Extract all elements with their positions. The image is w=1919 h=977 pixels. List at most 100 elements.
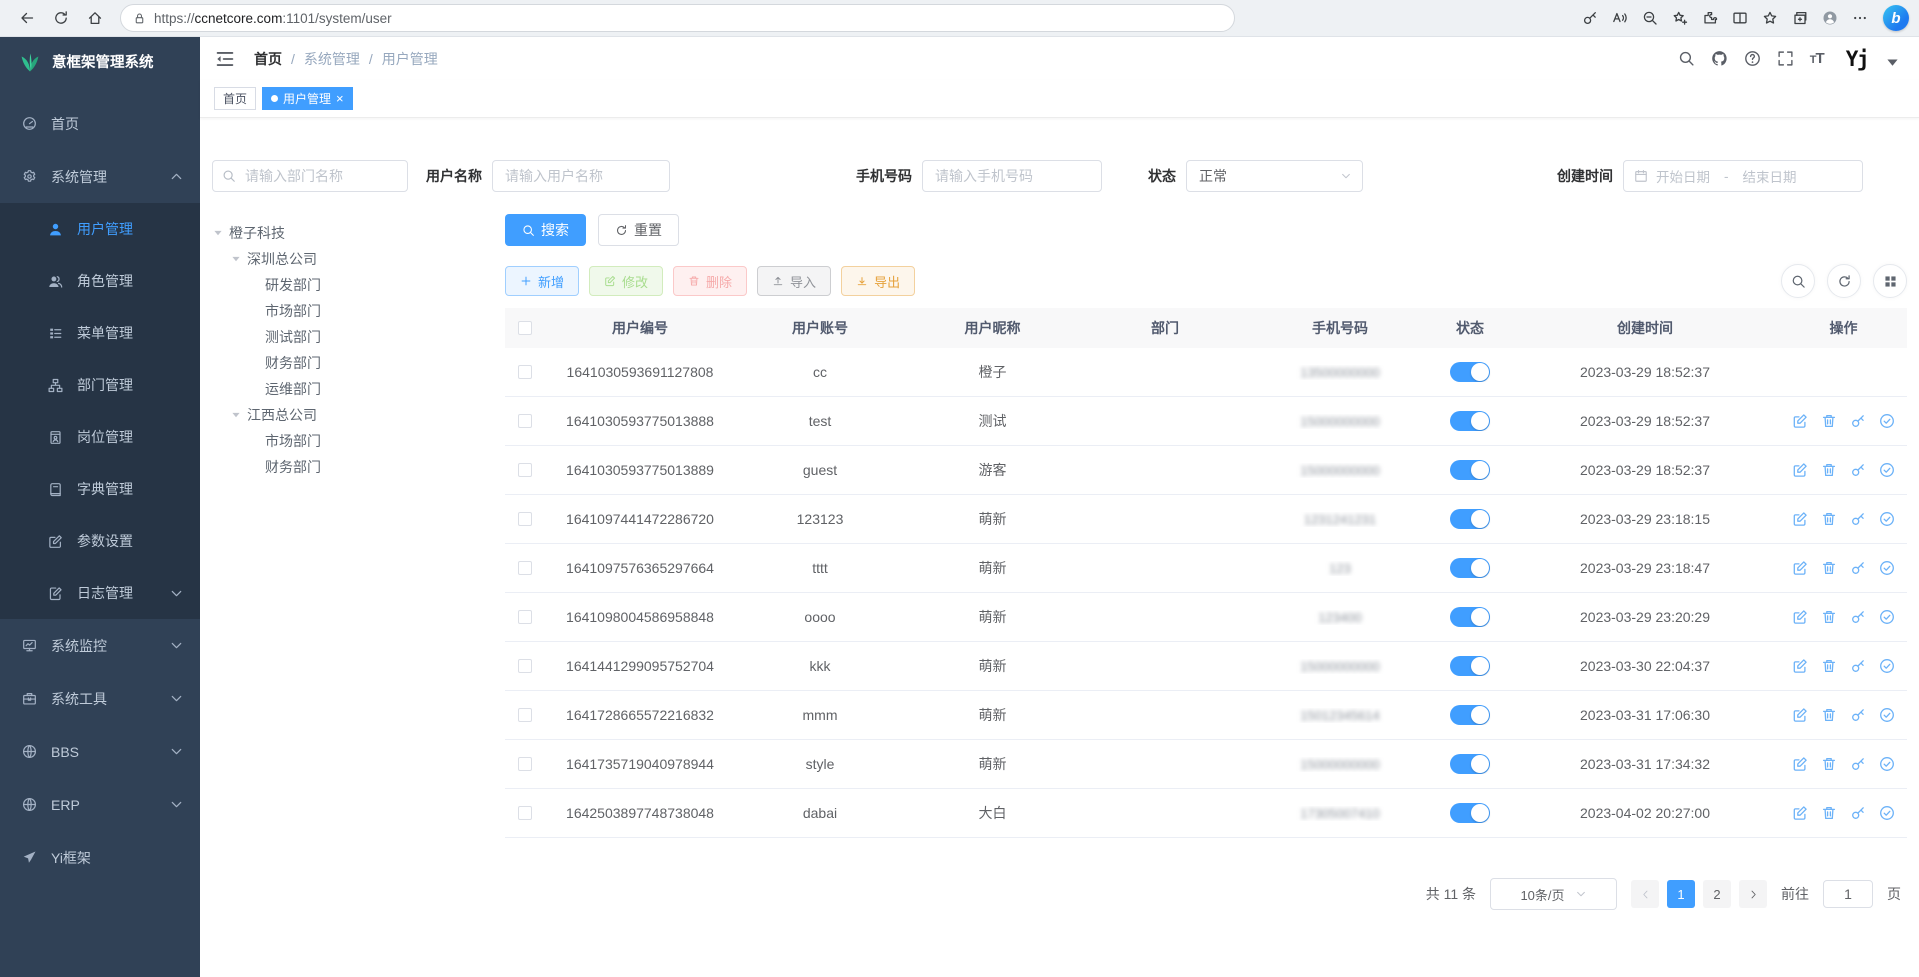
sidebar-item-系统工具[interactable]: 系统工具 bbox=[0, 672, 200, 725]
phone-input[interactable] bbox=[922, 160, 1102, 192]
tree-node-测试部门[interactable]: 测试部门 bbox=[212, 324, 505, 350]
breadcrumb-item-首页[interactable]: 首页 bbox=[254, 49, 282, 69]
status-toggle[interactable] bbox=[1450, 509, 1490, 529]
row-checkbox[interactable] bbox=[518, 757, 532, 771]
tree-node-财务部门[interactable]: 财务部门 bbox=[212, 454, 505, 480]
assign-role-icon[interactable] bbox=[1879, 658, 1895, 674]
export-button[interactable]: 导出 bbox=[841, 266, 915, 296]
page-button-1[interactable]: 1 bbox=[1667, 880, 1695, 908]
tree-expand-caret-icon[interactable] bbox=[212, 227, 224, 239]
grid-tool-button[interactable] bbox=[1873, 264, 1907, 298]
modify-button[interactable]: 修改 bbox=[589, 266, 663, 296]
tree-expand-caret-icon[interactable] bbox=[230, 253, 242, 265]
tab-首页[interactable]: 首页 bbox=[214, 87, 256, 110]
collections-button[interactable] bbox=[1785, 3, 1815, 33]
select-all-checkbox[interactable] bbox=[518, 321, 532, 335]
page-button-2[interactable]: 2 bbox=[1703, 880, 1731, 908]
favorites-bar-button[interactable] bbox=[1755, 3, 1785, 33]
sidebar-item-岗位管理[interactable]: 岗位管理 bbox=[0, 411, 200, 463]
reset-password-icon[interactable] bbox=[1850, 511, 1866, 527]
browser-reload-button[interactable] bbox=[44, 3, 78, 33]
font-size-icon[interactable]: TT bbox=[1810, 50, 1824, 67]
date-range-picker[interactable]: 开始日期 - 结束日期 bbox=[1623, 160, 1863, 192]
reset-password-icon[interactable] bbox=[1850, 707, 1866, 723]
tree-node-研发部门[interactable]: 研发部门 bbox=[212, 272, 505, 298]
import-button[interactable]: 导入 bbox=[757, 266, 831, 296]
delete-user-icon[interactable] bbox=[1821, 805, 1837, 821]
row-checkbox[interactable] bbox=[518, 806, 532, 820]
row-checkbox[interactable] bbox=[518, 659, 532, 673]
status-toggle[interactable] bbox=[1450, 656, 1490, 676]
sidebar-item-首页[interactable]: 首页 bbox=[0, 97, 200, 150]
fullscreen-icon[interactable] bbox=[1777, 50, 1794, 67]
profile-avatar-button[interactable] bbox=[1815, 3, 1845, 33]
row-checkbox[interactable] bbox=[518, 365, 532, 379]
delete-button[interactable]: 删除 bbox=[673, 266, 747, 296]
status-toggle[interactable] bbox=[1450, 558, 1490, 578]
browser-back-button[interactable] bbox=[10, 3, 44, 33]
address-bar[interactable]: https://ccnetcore.com:1101/system/user bbox=[120, 4, 1235, 32]
sidebar-item-系统管理[interactable]: 系统管理 bbox=[0, 150, 200, 203]
sidebar-item-系统监控[interactable]: 系统监控 bbox=[0, 619, 200, 672]
delete-user-icon[interactable] bbox=[1821, 560, 1837, 576]
breadcrumb-item-系统管理[interactable]: 系统管理 bbox=[304, 49, 360, 69]
page-size-select[interactable]: 10条/页 bbox=[1490, 878, 1617, 910]
edit-user-icon[interactable] bbox=[1792, 805, 1808, 821]
split-screen-button[interactable] bbox=[1725, 3, 1755, 33]
reset-password-icon[interactable] bbox=[1850, 462, 1866, 478]
status-toggle[interactable] bbox=[1450, 607, 1490, 627]
delete-user-icon[interactable] bbox=[1821, 511, 1837, 527]
sidebar-item-Yi框架[interactable]: Yi框架 bbox=[0, 831, 200, 884]
assign-role-icon[interactable] bbox=[1879, 609, 1895, 625]
delete-user-icon[interactable] bbox=[1821, 707, 1837, 723]
tree-node-江西总公司[interactable]: 江西总公司 bbox=[212, 402, 505, 428]
reset-password-icon[interactable] bbox=[1850, 756, 1866, 772]
add-button[interactable]: 新增 bbox=[505, 266, 579, 296]
more-options-button[interactable] bbox=[1845, 3, 1875, 33]
edit-user-icon[interactable] bbox=[1792, 560, 1808, 576]
sidebar-item-用户管理[interactable]: 用户管理 bbox=[0, 203, 200, 255]
app-logo[interactable]: 意框架管理系统 bbox=[0, 37, 200, 85]
assign-role-icon[interactable] bbox=[1879, 413, 1895, 429]
tree-node-运维部门[interactable]: 运维部门 bbox=[212, 376, 505, 402]
reset-password-icon[interactable] bbox=[1850, 413, 1866, 429]
browser-home-button[interactable] bbox=[78, 3, 112, 33]
row-checkbox[interactable] bbox=[518, 414, 532, 428]
edit-user-icon[interactable] bbox=[1792, 756, 1808, 772]
tree-expand-caret-icon[interactable] bbox=[230, 409, 242, 421]
delete-user-icon[interactable] bbox=[1821, 462, 1837, 478]
assign-role-icon[interactable] bbox=[1879, 707, 1895, 723]
edit-user-icon[interactable] bbox=[1792, 511, 1808, 527]
bing-chat-button[interactable]: b bbox=[1883, 5, 1909, 31]
row-checkbox[interactable] bbox=[518, 463, 532, 477]
goto-page-input[interactable] bbox=[1823, 880, 1873, 908]
search-button[interactable]: 搜索 bbox=[505, 214, 586, 246]
refresh-tool-button[interactable] bbox=[1827, 264, 1861, 298]
status-toggle[interactable] bbox=[1450, 803, 1490, 823]
tree-node-橙子科技[interactable]: 橙子科技 bbox=[212, 220, 505, 246]
status-toggle[interactable] bbox=[1450, 411, 1490, 431]
row-checkbox[interactable] bbox=[518, 610, 532, 624]
edit-user-icon[interactable] bbox=[1792, 413, 1808, 429]
reset-password-icon[interactable] bbox=[1850, 560, 1866, 576]
status-toggle[interactable] bbox=[1450, 362, 1490, 382]
assign-role-icon[interactable] bbox=[1879, 511, 1895, 527]
password-key-button[interactable] bbox=[1575, 3, 1605, 33]
tab-用户管理[interactable]: 用户管理× bbox=[262, 87, 353, 110]
sidebar-item-部门管理[interactable]: 部门管理 bbox=[0, 359, 200, 411]
prev-page-button[interactable] bbox=[1631, 880, 1659, 908]
tree-node-市场部门[interactable]: 市场部门 bbox=[212, 298, 505, 324]
row-checkbox[interactable] bbox=[518, 708, 532, 722]
next-page-button[interactable] bbox=[1739, 880, 1767, 908]
status-toggle[interactable] bbox=[1450, 754, 1490, 774]
question-icon[interactable] bbox=[1744, 50, 1761, 67]
edit-user-icon[interactable] bbox=[1792, 462, 1808, 478]
status-toggle[interactable] bbox=[1450, 460, 1490, 480]
sidebar-fold-icon[interactable] bbox=[214, 48, 236, 70]
user-dropdown-caret-icon[interactable] bbox=[1884, 54, 1901, 71]
sidebar-item-角色管理[interactable]: 角色管理 bbox=[0, 255, 200, 307]
assign-role-icon[interactable] bbox=[1879, 560, 1895, 576]
reset-button[interactable]: 重置 bbox=[598, 214, 679, 246]
sidebar-item-BBS[interactable]: BBS bbox=[0, 725, 200, 778]
delete-user-icon[interactable] bbox=[1821, 756, 1837, 772]
